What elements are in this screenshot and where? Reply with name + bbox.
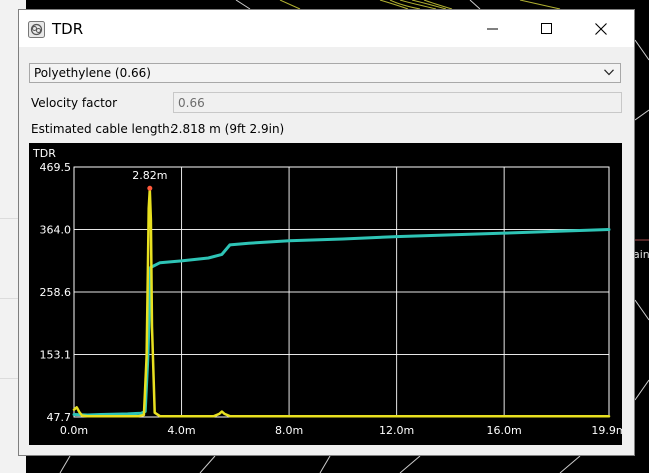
close-icon	[595, 22, 607, 35]
tdr-chart-canvas: 2.82m 469.5 364.0 258.6 153.1 47.7 0.0m 4.0m 8…	[32, 147, 622, 437]
tdr-chart[interactable]: 2.82m 469.5 364.0 258.6 153.1 47.7 0.0m 4.0m 8…	[29, 143, 622, 445]
minimize-button[interactable]	[469, 10, 515, 47]
cable-length-label: Estimated cable length:	[31, 122, 174, 136]
x-tick-label: 16.0m	[487, 424, 522, 437]
background-partial-label: ain	[633, 248, 649, 261]
maximize-icon	[540, 23, 552, 34]
chart-annotations: 2.82m	[132, 169, 167, 191]
y-tick-label: 469.5	[40, 161, 72, 174]
close-button[interactable]	[578, 10, 624, 47]
window-title: TDR	[52, 20, 84, 38]
title-bar[interactable]: TDR	[19, 10, 634, 47]
material-dropdown[interactable]: Polyethylene (0.66)	[29, 63, 621, 83]
y-tick-label: 47.7	[47, 411, 72, 424]
x-axis-ticks: 0.0m 4.0m 8.0m 12.0m 16.0m 19.9m	[60, 424, 622, 437]
x-tick-label: 19.9m	[591, 424, 622, 437]
maximize-button[interactable]	[523, 10, 569, 47]
chevron-down-icon	[604, 69, 614, 76]
velocity-factor-input[interactable]	[173, 92, 622, 113]
x-tick-label: 0.0m	[60, 424, 88, 437]
y-tick-label: 258.6	[40, 286, 72, 299]
material-dropdown-value: Polyethylene (0.66)	[34, 66, 151, 80]
x-tick-label: 12.0m	[379, 424, 414, 437]
peak-marker	[147, 185, 153, 191]
cable-length-value: 2.818 m (9ft 2.9in)	[171, 122, 285, 136]
x-tick-label: 4.0m	[167, 424, 195, 437]
tdr-dialog: TDR Polyethylene (0.66) Velocity factor …	[18, 9, 635, 456]
velocity-factor-label: Velocity factor	[31, 96, 118, 110]
peak-annotation-label: 2.82m	[132, 169, 167, 182]
y-tick-label: 153.1	[40, 349, 72, 362]
x-tick-label: 8.0m	[275, 424, 303, 437]
y-tick-label: 364.0	[40, 224, 72, 237]
tdr-app-icon	[28, 21, 45, 38]
minimize-icon	[486, 28, 498, 30]
y-axis-ticks: 469.5 364.0 258.6 153.1 47.7	[40, 161, 72, 424]
chart-series	[72, 187, 611, 418]
chart-title: TDR	[32, 147, 56, 160]
reflection-trace-line	[72, 187, 611, 418]
